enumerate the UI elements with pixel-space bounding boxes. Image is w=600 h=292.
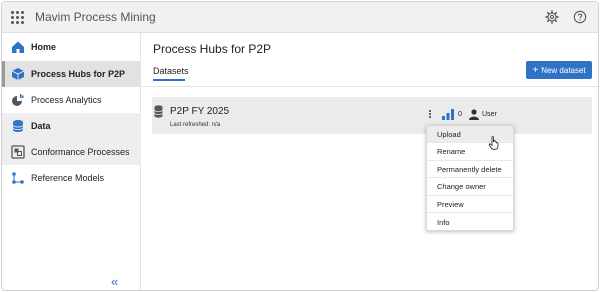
new-dataset-button[interactable]: + New dataset (526, 61, 592, 79)
sidebar-item-process-hubs[interactable]: Process Hubs for P2P (2, 61, 141, 87)
sidebar-item-label: Process Analytics (31, 95, 102, 105)
sidebar-item-conformance[interactable]: Conformance Processes (2, 139, 141, 165)
bar-chart-icon (442, 109, 454, 120)
sidebar-item-label: Conformance Processes (31, 147, 130, 157)
more-options-icon[interactable] (428, 110, 432, 120)
menu-item-info[interactable]: Info (427, 214, 513, 231)
plus-icon: + (532, 64, 539, 76)
tab-datasets[interactable]: Datasets (153, 66, 189, 76)
collapse-sidebar-icon[interactable]: « (111, 274, 118, 289)
hand-cursor-icon (488, 136, 499, 150)
sidebar-item-data[interactable]: Data (2, 113, 141, 139)
app-title: Mavim Process Mining (35, 10, 156, 24)
menu-item-upload[interactable]: Upload (427, 126, 513, 143)
dataset-count: 0 (458, 111, 462, 118)
sidebar-item-home[interactable]: Home (2, 34, 141, 60)
menu-item-permanently-delete[interactable]: Permanently delete (427, 161, 513, 178)
home-icon (12, 41, 24, 53)
sidebar-item-label: Reference Models (31, 173, 105, 183)
app-grid-icon[interactable] (11, 11, 24, 24)
analytics-icon (12, 94, 24, 106)
dataset-last-refreshed: Last refreshed: n/a (170, 122, 221, 128)
gear-icon[interactable] (545, 10, 559, 24)
new-dataset-label: New dataset (541, 65, 586, 75)
menu-item-preview[interactable]: Preview (427, 196, 513, 213)
dataset-name[interactable]: P2P FY 2025 (170, 106, 229, 117)
active-indicator (2, 61, 5, 87)
network-icon (12, 172, 24, 184)
sidebar-item-process-analytics[interactable]: Process Analytics (2, 87, 141, 113)
tab-divider (141, 86, 598, 87)
menu-item-change-owner[interactable]: Change owner (427, 179, 513, 196)
sidebar: Home Process Hubs for P2P Process Analyt… (2, 33, 141, 290)
sidebar-item-reference-models[interactable]: Reference Models (2, 165, 141, 191)
user-icon (469, 109, 479, 120)
sidebar-item-label: Data (31, 121, 51, 131)
sidebar-item-label: Home (31, 42, 57, 52)
page-title: Process Hubs for P2P (153, 42, 272, 56)
app-window: Mavim Process Mining Home Process Hubs f… (1, 1, 599, 291)
sidebar-item-label: Process Hubs for P2P (31, 69, 126, 79)
dataset-context-menu: Upload Rename Permanently delete Change … (426, 125, 514, 231)
dataset-owner: User (482, 111, 497, 118)
help-icon[interactable] (573, 10, 587, 24)
menu-item-rename[interactable]: Rename (427, 144, 513, 161)
conformance-icon (11, 145, 25, 159)
tab-active-underline (153, 79, 185, 81)
database-icon (12, 120, 24, 132)
top-header: Mavim Process Mining (2, 2, 598, 33)
cube-icon (11, 68, 25, 80)
dataset-database-icon (154, 105, 163, 118)
